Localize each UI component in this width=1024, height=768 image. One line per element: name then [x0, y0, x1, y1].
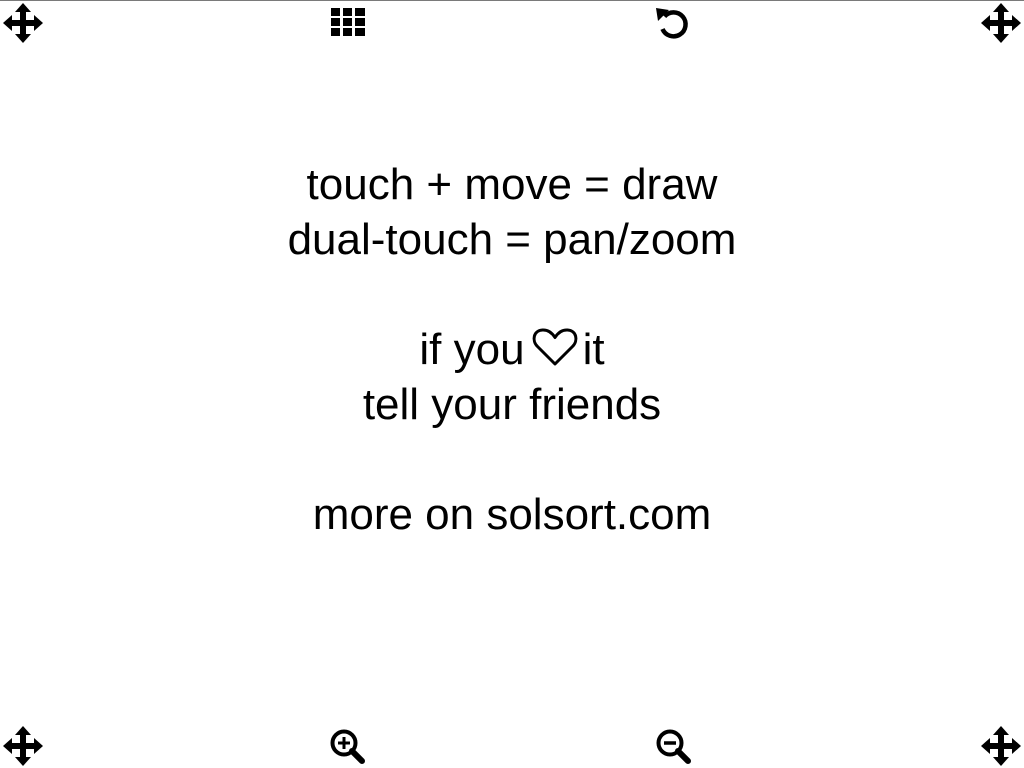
move-icon-top-left[interactable]: [3, 3, 43, 43]
tell-friends-line: tell your friends: [362, 380, 662, 429]
drawing-canvas[interactable]: touch + move = draw dual-touch = pan/zoo…: [0, 0, 1024, 768]
move-icon-top-right[interactable]: [981, 3, 1021, 43]
top-border: [0, 0, 1024, 1]
move-icon-bottom-right[interactable]: [981, 726, 1021, 766]
website-link-text: more on solsort.com: [312, 490, 712, 539]
heart-icon: [532, 328, 577, 366]
instruction-pan-zoom: dual-touch = pan/zoom: [287, 215, 737, 264]
instructions-text: touch + move = draw dual-touch = pan/zoo…: [0, 157, 1024, 542]
zoom-out-icon[interactable]: [653, 726, 693, 766]
love-line: if you it: [0, 322, 1024, 377]
love-line-suffix: it: [582, 325, 605, 374]
love-line-prefix: if you: [419, 325, 525, 374]
instruction-draw: touch + move = draw: [306, 160, 718, 209]
undo-icon[interactable]: [652, 3, 692, 43]
move-icon-bottom-left[interactable]: [3, 726, 43, 766]
grid-menu-icon[interactable]: [329, 1, 369, 41]
zoom-in-icon[interactable]: [327, 726, 367, 766]
